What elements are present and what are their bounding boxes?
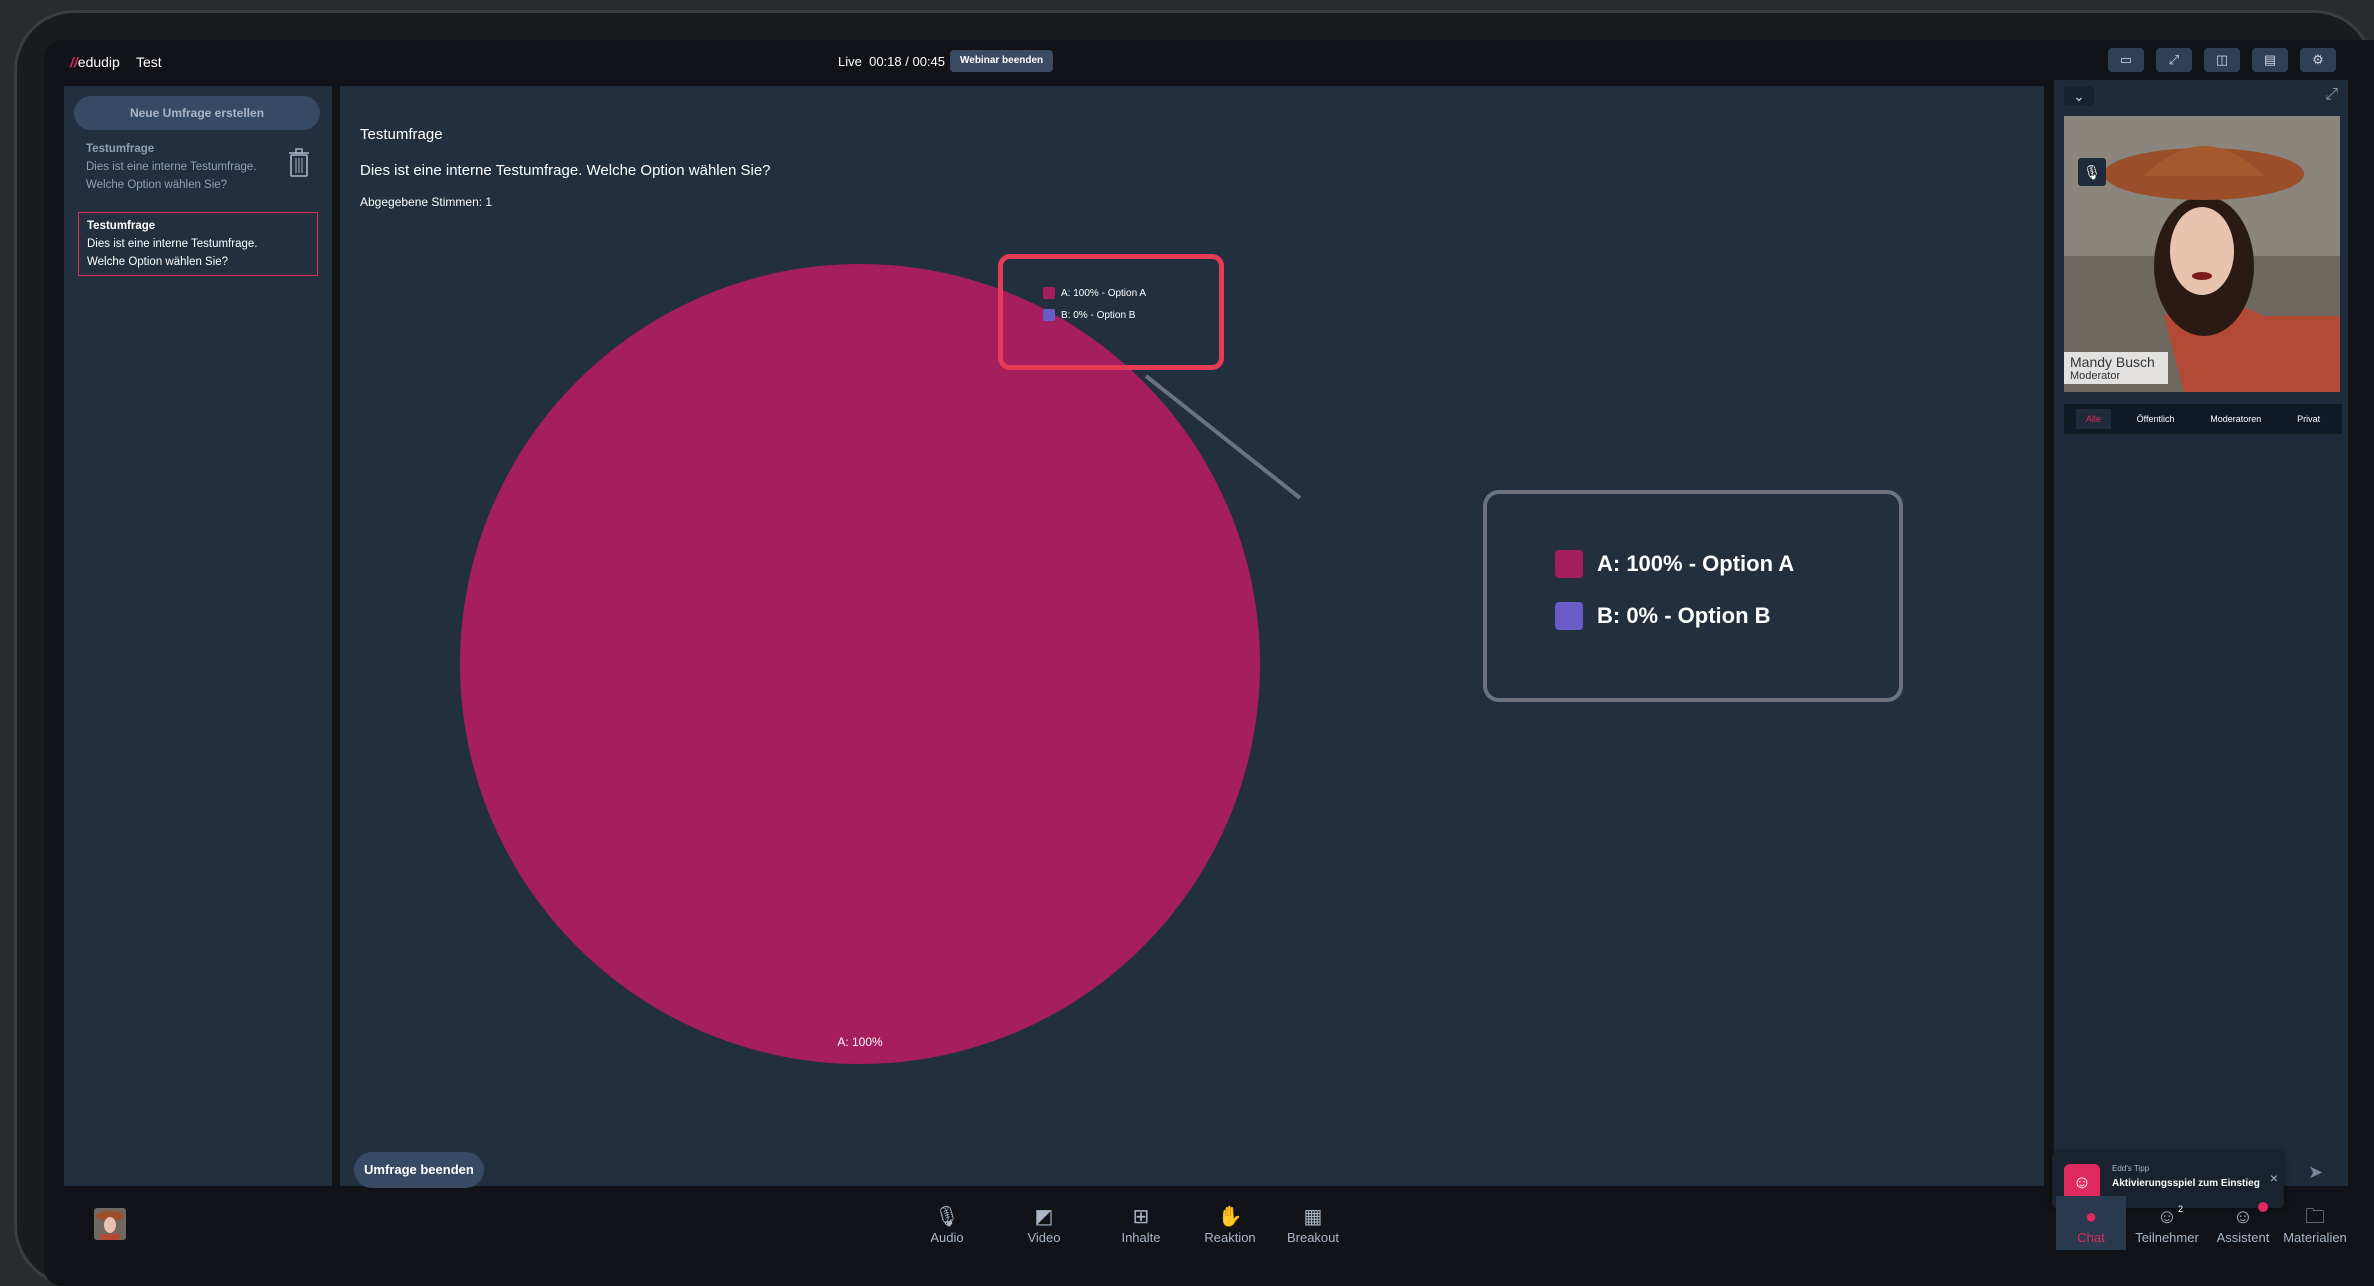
participant-nametag: Mandy Busch Moderator <box>2064 352 2168 384</box>
poll-list-item-selected[interactable]: Testumfrage Dies ist eine interne Testum… <box>78 212 318 276</box>
top-bar: //edudip Test Live 00:18 / 00:45 Webinar… <box>44 40 2374 85</box>
logo-mark: // <box>70 54 78 70</box>
legend-zoom-item-b: B: 0% - Option B <box>1555 602 1899 630</box>
settings-gear-icon[interactable]: ⚙ <box>2300 48 2336 72</box>
legend-zoom-label-a: A: 100% - Option A <box>1597 551 1795 576</box>
materials-label: Materialien <box>2283 1230 2347 1245</box>
video-button[interactable]: ◩ Video <box>1009 1204 1079 1245</box>
legend-item-a: A: 100% - Option A <box>1043 287 1219 299</box>
assistant-label: Assistent <box>2216 1230 2270 1245</box>
poll-item-text: Dies ist eine interne Testumfrage. Welch… <box>86 161 257 191</box>
tab-privat[interactable]: Privat <box>2287 409 2330 429</box>
new-poll-button[interactable]: Neue Umfrage erstellen <box>74 96 320 130</box>
poll-item-title: Testumfrage <box>86 143 155 155</box>
tab-moderatoren[interactable]: Moderatoren <box>2200 409 2271 429</box>
trash-icon[interactable] <box>288 148 310 178</box>
legend-zoom-swatch-a <box>1555 550 1583 578</box>
content-icon: ⊞ <box>1132 1206 1150 1228</box>
avatar-image <box>94 1208 126 1240</box>
layout-icon[interactable]: ◫ <box>2204 48 2240 72</box>
audio-label: Audio <box>930 1230 964 1245</box>
live-timer: 00:18 / 00:45 <box>869 54 945 69</box>
muted-mic-icon: 🎙 <box>2078 158 2106 186</box>
hand-icon: ✋ <box>1217 1206 1243 1228</box>
notification-dot <box>2258 1202 2268 1212</box>
right-sidebar: ⌄ ⤢ 🎙 Mandy Busch Moderator Alle Öffentl… <box>2054 80 2348 1186</box>
pie-chart: A: 100% <box>460 264 1260 1064</box>
legend-zoom-item-a: A: 100% - Option A <box>1555 550 1899 578</box>
participants-label: Teilnehmer <box>2135 1230 2199 1245</box>
end-webinar-button[interactable]: Webinar beenden <box>950 50 1054 72</box>
live-label: Live <box>838 54 862 69</box>
reaction-label: Reaktion <box>1204 1230 1256 1245</box>
poll-sidebar: Neue Umfrage erstellen Testumfrage Dies … <box>64 86 332 1186</box>
chat-filter-tabs: Alle Öffentlich Moderatoren Privat <box>2064 404 2342 434</box>
top-toolbar: ▭ ⤢ ◫ ▤ ⚙ <box>2108 48 2336 72</box>
video-label: Video <box>1027 1230 1061 1245</box>
participant-role: Moderator <box>2070 370 2121 382</box>
webinar-title: Test <box>136 54 162 70</box>
poll-result-panel: Testumfrage Dies ist eine interne Testum… <box>340 86 2044 1188</box>
folder-icon: 🗀 <box>2305 1206 2325 1228</box>
audio-button[interactable]: 🎙 Audio <box>912 1204 982 1245</box>
participant-count-badge: 2 <box>2178 1204 2184 1214</box>
tab-oeffentlich[interactable]: Öffentlich <box>2127 409 2185 429</box>
chart-legend: A: 100% - Option A B: 0% - Option B <box>998 254 1224 370</box>
app-screen: //edudip Test Live 00:18 / 00:45 Webinar… <box>44 40 2374 1286</box>
live-status: Live 00:18 / 00:45 <box>838 54 945 69</box>
poll-question: Dies ist eine interne Testumfrage. Welch… <box>360 162 771 179</box>
legend-label-a: A: 100% - Option A <box>1061 287 1147 299</box>
close-icon[interactable]: × <box>2270 1170 2278 1186</box>
reaction-button[interactable]: ✋ Reaktion <box>1195 1204 1265 1245</box>
breakout-button[interactable]: ▦ Breakout <box>1278 1204 1348 1245</box>
pie-slice-a <box>460 264 1260 1064</box>
legend-swatch-a <box>1043 287 1055 299</box>
send-icon[interactable]: ➤ <box>2308 1162 2323 1183</box>
assistant-button[interactable]: ☺ Assistent <box>2208 1204 2278 1245</box>
chat-button[interactable]: ● Chat <box>2056 1196 2126 1250</box>
expand-icon[interactable]: ⤢ <box>2325 86 2338 104</box>
legend-zoom-callout: A: 100% - Option A B: 0% - Option B <box>1483 490 1903 702</box>
chat-icon: ● <box>2084 1206 2098 1228</box>
grid-icon: ▦ <box>1303 1206 1323 1228</box>
bottom-toolbar: 🎙 Audio ◩ Video ⊞ Inhalte ✋ Reaktion ▦ Breako… <box>44 1190 2374 1286</box>
poll-title: Testumfrage <box>360 126 443 143</box>
breakout-label: Breakout <box>1286 1230 1340 1245</box>
legend-zoom-swatch-b <box>1555 602 1583 630</box>
content-button[interactable]: ⊞ Inhalte <box>1106 1204 1176 1245</box>
participant-name: Mandy Busch <box>2070 354 2155 370</box>
poll-list-item[interactable]: Testumfrage Dies ist eine interne Testum… <box>78 136 318 198</box>
tip-text: Aktivierungsspiel zum Einstieg <box>2112 1178 2260 1189</box>
legend-zoom-label-b: B: 0% - Option B <box>1597 603 1771 628</box>
tab-alle[interactable]: Alle <box>2075 409 2111 429</box>
poll-item-title: Testumfrage <box>87 220 156 232</box>
end-poll-button[interactable]: Umfrage beenden <box>354 1152 484 1188</box>
vote-count: Abgegebene Stimmen: 1 <box>360 195 493 209</box>
tip-header: Edd's Tipp <box>2112 1164 2150 1173</box>
legend-item-b: B: 0% - Option B <box>1043 309 1219 321</box>
participants-button[interactable]: ☺ Teilnehmer <box>2132 1204 2202 1245</box>
mic-icon: 🎙 <box>934 1206 960 1228</box>
materials-button[interactable]: 🗀 Materialien <box>2280 1204 2350 1245</box>
notes-icon[interactable]: ▤ <box>2252 48 2288 72</box>
edudip-logo: //edudip <box>70 54 120 70</box>
broadcast-icon[interactable]: ▭ <box>2108 48 2144 72</box>
participant-video: 🎙 <box>2064 116 2340 392</box>
avatar[interactable] <box>94 1208 126 1240</box>
camera-icon: ◩ <box>1034 1206 1054 1228</box>
participant-portrait <box>2064 116 2340 392</box>
chevron-down-icon[interactable]: ⌄ <box>2064 86 2094 106</box>
legend-label-b: B: 0% - Option B <box>1061 309 1136 321</box>
content-label: Inhalte <box>1121 1230 1161 1245</box>
poll-item-text: Dies ist eine interne Testumfrage. Welch… <box>87 238 258 268</box>
chat-label: Chat <box>2077 1230 2105 1245</box>
logo-brand: edudip <box>77 54 120 70</box>
legend-swatch-b <box>1043 309 1055 321</box>
pie-slice-label-a: A: 100% <box>837 1035 883 1049</box>
users-icon: ☺ <box>2156 1206 2178 1228</box>
fullscreen-icon[interactable]: ⤢ <box>2156 48 2192 72</box>
